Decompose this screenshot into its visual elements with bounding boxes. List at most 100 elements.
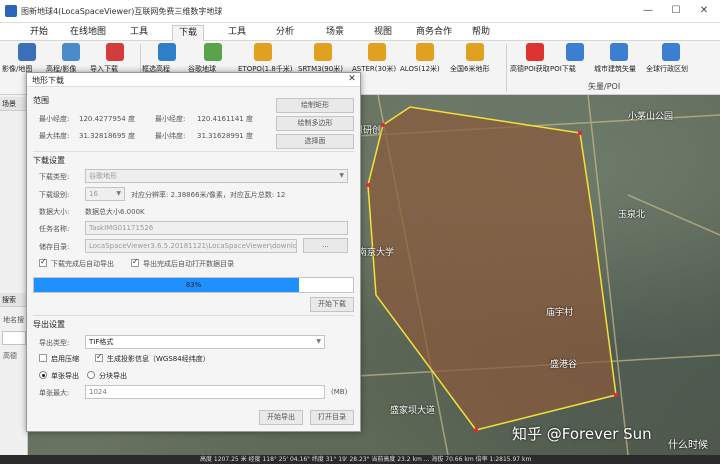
max-size-input[interactable]: 1024 xyxy=(85,385,325,399)
tab-view[interactable]: 视图 xyxy=(368,25,398,41)
tab-business[interactable]: 商务合作 xyxy=(410,25,458,41)
task-name-input[interactable]: TaskIMG01171526 xyxy=(85,221,348,235)
single-export-radio[interactable] xyxy=(39,371,47,379)
select-face-button[interactable]: 选择面 xyxy=(276,134,354,149)
tab-tools[interactable]: 工具 xyxy=(222,25,252,41)
data-size-label: 数据大小: xyxy=(39,208,70,216)
etopo-icon xyxy=(254,43,272,61)
auto-open-label: 导出完成后自动打开数据目录 xyxy=(143,260,234,268)
projection-checkbox[interactable] xyxy=(95,352,103,362)
draw-rectangle-button[interactable]: 绘制矩形 xyxy=(276,98,354,113)
import-download-icon xyxy=(106,43,124,61)
alos-button[interactable]: ALOS(12米) xyxy=(400,43,450,77)
app-logo-icon xyxy=(5,5,17,17)
poi-fetch-icon xyxy=(526,43,544,61)
place-search-input[interactable] xyxy=(2,331,26,345)
min-lat-label: 最小纬度: xyxy=(155,132,186,140)
max-size-label: 单张最大: xyxy=(39,389,70,397)
ribbon-group-label: 矢量/POI xyxy=(588,82,621,91)
max-lon-label: 最小经度: xyxy=(155,115,186,123)
map-label: 南京大学 xyxy=(358,248,395,258)
map-label: 盛家坝大道 xyxy=(390,406,436,416)
tab-online-map[interactable]: 在线地图 xyxy=(64,25,112,41)
max-lon-value: 120.4161141 度 xyxy=(197,115,253,123)
resolution-text: 对应分辨率: 2.38866米/像素，对应瓦片总数: 12 xyxy=(131,191,286,199)
task-name-label: 任务名称: xyxy=(39,225,70,233)
close-button[interactable]: ✕ xyxy=(690,0,718,22)
alos-icon xyxy=(416,43,434,61)
selection-polygon xyxy=(367,106,617,431)
srtm3-icon xyxy=(314,43,332,61)
export-section-title: 导出设置 xyxy=(33,320,65,329)
auto-export-checkbox[interactable] xyxy=(39,257,47,267)
auto-open-checkbox[interactable] xyxy=(131,257,139,267)
poi-download-icon xyxy=(566,43,584,61)
export-type-label: 导出类型: xyxy=(39,339,70,347)
min-lon-value: 120.4277954 度 xyxy=(79,115,135,123)
tab-analysis[interactable]: 分析 xyxy=(270,25,300,41)
divider xyxy=(33,315,354,316)
open-dir-button[interactable]: 打开目录 xyxy=(310,410,354,425)
download-type-select[interactable]: 谷歌地形 ▼ xyxy=(85,169,348,183)
poi-download-button[interactable]: POI下载 xyxy=(550,43,600,77)
tile-export-radio[interactable] xyxy=(87,371,95,379)
ribbon-divider xyxy=(506,44,507,92)
data-size-value: 数据总大小6.000K xyxy=(85,208,145,216)
window-title: 图新地球4(LocaSpaceViewer)互联网免费三维数字地球 xyxy=(21,7,223,16)
export-type-select[interactable]: TIF格式 ▼ xyxy=(85,335,325,349)
tab-help[interactable]: 帮助 xyxy=(466,25,496,41)
start-export-button[interactable]: 开始导出 xyxy=(259,410,303,425)
range-section-title: 范围 xyxy=(33,96,49,105)
box-select-icon xyxy=(158,43,176,61)
draw-polygon-button[interactable]: 绘制多边形 xyxy=(276,116,354,131)
minimize-button[interactable]: — xyxy=(634,0,662,22)
download-level-select[interactable]: 16 ▼ xyxy=(85,187,125,201)
projection-label: 生成投影信息（WGS84经纬度） xyxy=(107,355,210,363)
max-lat-label: 最大纬度: xyxy=(39,132,70,140)
tab-start[interactable]: 开始 xyxy=(24,25,54,41)
download-type-label: 下载类型: xyxy=(39,173,70,181)
boundary-icon xyxy=(662,43,680,61)
chevron-down-icon: ▼ xyxy=(339,172,344,179)
progress-text: 83% xyxy=(185,281,202,289)
admin-boundary-button[interactable]: 全球行政区划 xyxy=(646,43,696,77)
watermark: 知乎 @Forever Sun xyxy=(512,425,652,443)
map-label: 小茅山公园 xyxy=(628,112,674,122)
divider xyxy=(33,151,354,152)
maximize-button[interactable]: ☐ xyxy=(662,0,690,22)
single-export-label: 单张导出 xyxy=(51,372,79,380)
place-search-label: 地名搜 xyxy=(3,316,24,324)
browse-button[interactable]: ... xyxy=(303,238,348,253)
city-building-button[interactable]: 城市建筑矢量 xyxy=(594,43,644,77)
building-icon xyxy=(610,43,628,61)
dialog-close-button[interactable]: ✕ xyxy=(346,74,358,86)
china-6m-button[interactable]: 全国6米地形 xyxy=(450,43,500,77)
chevron-down-icon: ▼ xyxy=(316,338,321,345)
compress-checkbox[interactable] xyxy=(39,354,47,362)
chevron-down-icon: ▼ xyxy=(116,190,121,197)
size-unit-label: (MB) xyxy=(331,388,348,396)
title-bar: 图新地球4(LocaSpaceViewer)互联网免费三维数字地球 — ☐ ✕ xyxy=(0,0,720,23)
tile-export-label: 分块导出 xyxy=(99,372,127,380)
download-section-title: 下载设置 xyxy=(33,156,65,165)
search-panel-header[interactable]: 搜索 xyxy=(0,293,28,307)
save-dir-input[interactable]: LocaSpaceViewer3.6.5.20181121\LocaSpaceV… xyxy=(85,239,297,253)
start-download-button[interactable]: 开始下载 xyxy=(310,297,354,312)
save-dir-label: 储存目录: xyxy=(39,243,70,251)
download-progress-bar: 83% xyxy=(33,277,354,293)
tab-scene[interactable]: 场景 xyxy=(320,25,350,41)
max-lat-value: 31.32818695 度 xyxy=(79,132,135,140)
dem-image-icon xyxy=(62,43,80,61)
dialog-title-bar: 地形下载 ✕ xyxy=(27,73,360,87)
terrain-download-dialog: 地形下载 ✕ 范围 最小经度: 120.4277954 度 最小经度: 120.… xyxy=(26,72,361,432)
tab-download[interactable]: 下载 xyxy=(172,25,205,41)
watermark-sub: 什么时候 xyxy=(668,440,708,451)
dialog-title: 地形下载 xyxy=(32,76,64,85)
layers-panel-header[interactable]: 场景 xyxy=(0,97,28,111)
aster-icon xyxy=(368,43,386,61)
tab-tools-1[interactable]: 工具 xyxy=(124,25,154,41)
gaode-radio-label[interactable]: 高德 xyxy=(3,351,17,361)
map-label: 庙宇村 xyxy=(546,308,574,318)
min-lon-label: 最小经度: xyxy=(39,115,70,123)
left-panel: 场景 搜索 地名搜 高德 xyxy=(0,95,28,455)
